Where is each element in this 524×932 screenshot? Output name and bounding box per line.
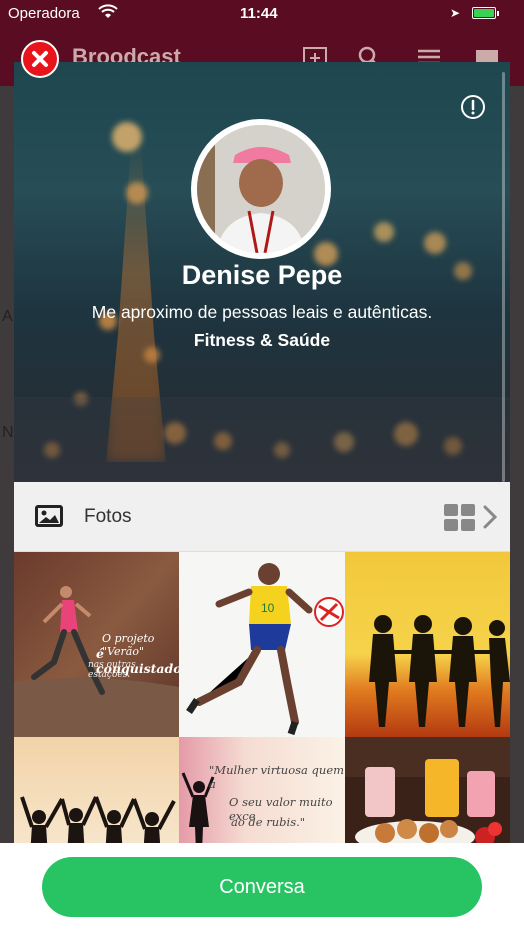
photos-label: Fotos [84,506,132,527]
status-bar: Operadora 11:44 ➤ [0,0,524,30]
photo-thumbnail[interactable]: 10 [179,552,345,737]
photo-thumbnail[interactable] [345,552,510,737]
profile-category: Fitness & Saúde [193,330,331,350]
profile-modal: Denise Pepe Me aproximo de pessoas leais… [14,62,510,932]
close-button[interactable] [21,40,59,78]
profile-bio: Me aproximo de pessoas leais e autêntica… [91,302,433,322]
profile-cover: Denise Pepe Me aproximo de pessoas leais… [14,62,510,482]
photo-thumbnail[interactable]: O projeto "Verão" é conquistado nas outr… [14,552,179,737]
svg-text:10: 10 [261,601,275,615]
profile-name: Denise Pepe [181,260,343,290]
carrier-label: Operadora [8,5,80,22]
wifi-icon [98,4,118,18]
conversa-button[interactable]: Conversa [42,857,482,917]
chevron-right-icon[interactable] [482,504,498,530]
grid-icon[interactable] [444,504,476,532]
photos-section-header[interactable]: Fotos [14,482,510,552]
battery-icon [472,7,496,19]
report-icon[interactable] [460,94,486,120]
location-icon: ➤ [450,6,461,20]
clock: 11:44 [240,5,278,22]
avatar [191,119,331,259]
close-icon [32,51,48,67]
image-icon [35,505,63,527]
